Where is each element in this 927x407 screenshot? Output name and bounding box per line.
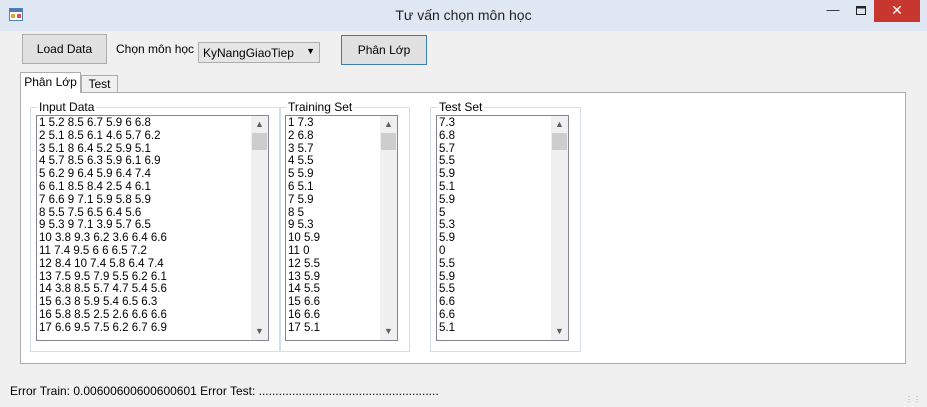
list-item[interactable]: 5.5 (439, 258, 455, 271)
list-item[interactable]: 11 7.4 9.5 6 6 6.5 7.2 (39, 245, 167, 258)
minimize-icon: — (826, 2, 840, 17)
status-bar: Error Train: 0.00600600600600601 Error T… (0, 378, 927, 407)
list-item[interactable]: 11 0 (288, 245, 320, 258)
list-item[interactable]: 5.1 (439, 181, 455, 194)
chevron-up-icon[interactable]: ▲ (380, 116, 397, 133)
list-item[interactable]: 5.5 (439, 155, 455, 168)
error-test-value: ........................................… (258, 384, 439, 398)
list-item[interactable]: 6.6 (439, 296, 455, 309)
list-item[interactable]: 5.9 (439, 194, 455, 207)
list-item[interactable]: 4 5.7 8.5 6.3 5.9 6.1 6.9 (39, 155, 167, 168)
list-item[interactable]: 15 6.3 8 5.9 5.4 6.5 6.3 (39, 296, 167, 309)
tab-panel-phan-lop: Input Data 1 5.2 8.5 6.7 5.9 6 6.8 2 5.1 … (20, 92, 906, 364)
list-item[interactable]: 0 (439, 245, 455, 258)
resize-grip-icon[interactable]: ⋮⋮ (905, 396, 921, 404)
list-item[interactable]: 1 7.3 (288, 117, 320, 130)
list-item[interactable]: 1 5.2 8.5 6.7 5.9 6 6.8 (39, 117, 167, 130)
list-item[interactable]: 12 8.4 10 7.4 5.8 6.4 7.4 (39, 258, 167, 271)
training-set-group: Training Set 1 7.3 2 6.8 3 5.7 4 5.5 5 5.9 6 … (279, 100, 410, 352)
list-item[interactable]: 17 5.1 (288, 322, 320, 335)
chevron-down-icon[interactable]: ▼ (380, 323, 397, 340)
list-item[interactable]: 5.3 (439, 219, 455, 232)
training-set-scrollbar[interactable]: ▲ ▼ (380, 116, 397, 340)
chevron-down-icon[interactable]: ▼ (551, 323, 568, 340)
minimize-button[interactable]: — (818, 0, 848, 22)
list-item[interactable]: 5.9 (439, 168, 455, 181)
error-train-label: Error Train: (10, 384, 71, 398)
list-item[interactable]: 17 6.6 9.5 7.5 6.2 6.7 6.9 (39, 322, 167, 335)
chevron-down-icon[interactable]: ▼ (251, 323, 268, 340)
tab-phan-lop[interactable]: Phân Lớp (20, 72, 81, 93)
maximize-button[interactable] (848, 0, 874, 22)
subject-combobox[interactable]: KyNangGiaoTiep ▼ (198, 42, 320, 63)
choose-subject-label: Chọn môn học (116, 42, 195, 56)
list-item[interactable]: 8 5.5 7.5 6.5 6.4 5.6 (39, 207, 167, 220)
list-item[interactable]: 9 5.3 (288, 219, 320, 232)
list-item[interactable]: 15 6.6 (288, 296, 320, 309)
training-set-listbox[interactable]: 1 7.3 2 6.8 3 5.7 4 5.5 5 5.9 6 5.1 7 5.9 8 59 … (285, 115, 398, 341)
list-item[interactable]: 2 6.8 (288, 130, 320, 143)
maximize-icon (856, 2, 866, 17)
error-test-label: Error Test: (200, 384, 256, 398)
list-item[interactable]: 5 (439, 207, 455, 220)
scroll-thumb[interactable] (381, 133, 396, 150)
list-item[interactable]: 5.7 (439, 143, 455, 156)
list-item[interactable]: 7 5.9 (288, 194, 320, 207)
list-item[interactable]: 3 5.7 (288, 143, 320, 156)
list-item[interactable]: 6 5.1 (288, 181, 320, 194)
list-item[interactable]: 6.8 (439, 130, 455, 143)
list-item[interactable]: 5.9 (439, 271, 455, 284)
list-item[interactable]: 13 5.9 (288, 271, 320, 284)
list-item[interactable]: 7 6.6 9 7.1 5.9 5.8 5.9 (39, 194, 167, 207)
classify-button[interactable]: Phân Lớp (341, 35, 427, 65)
list-item[interactable]: 5.1 (439, 322, 455, 335)
list-item[interactable]: 16 6.6 (288, 309, 320, 322)
chevron-up-icon[interactable]: ▲ (551, 116, 568, 133)
chevron-down-icon: ▼ (306, 46, 315, 56)
list-item[interactable]: 14 5.5 (288, 283, 320, 296)
test-set-title: Test Set (437, 100, 485, 114)
list-item[interactable]: 2 5.1 8.5 6.1 4.6 5.7 6.2 (39, 130, 167, 143)
test-set-group: Test Set 7.3 6.8 5.7 5.5 5.9 5.1 5.9 5 5.3 5.9 0 5.… (430, 100, 581, 352)
list-item[interactable]: 7.3 (439, 117, 455, 130)
input-data-listbox[interactable]: 1 5.2 8.5 6.7 5.9 6 6.8 2 5.1 8.5 6.1 4.6… (36, 115, 269, 341)
list-item[interactable]: 5 5.9 (288, 168, 320, 181)
subject-combobox-value: KyNangGiaoTiep (203, 46, 294, 60)
close-icon: ✕ (891, 2, 903, 18)
input-data-group: Input Data 1 5.2 8.5 6.7 5.9 6 6.8 2 5.1 … (30, 100, 281, 352)
list-item[interactable]: 5.9 (439, 232, 455, 245)
list-item[interactable]: 9 5.3 9 7.1 3.9 5.7 6.5 (39, 219, 167, 232)
list-item[interactable]: 8 5 (288, 207, 320, 220)
test-set-listbox[interactable]: 7.3 6.8 5.7 5.5 5.9 5.1 5.9 5 5.3 5.9 0 5.5 5.9 5.5 6.… (436, 115, 569, 341)
list-item[interactable]: 5 6.2 9 6.4 5.9 6.4 7.4 (39, 168, 167, 181)
list-item[interactable]: 3 5.1 8 6.4 5.2 5.9 5.1 (39, 143, 167, 156)
list-item[interactable]: 4 5.5 (288, 155, 320, 168)
load-data-button[interactable]: Load Data (22, 34, 107, 64)
list-item[interactable]: 12 5.5 (288, 258, 320, 271)
tab-test[interactable]: Test (81, 75, 118, 93)
chevron-up-icon[interactable]: ▲ (251, 116, 268, 133)
list-item[interactable]: 5.5 (439, 283, 455, 296)
list-item[interactable]: 14 3.8 8.5 5.7 4.7 5.4 5.6 (39, 283, 167, 296)
list-item[interactable]: 6.6 (439, 309, 455, 322)
list-item[interactable]: 16 5.8 8.5 2.5 2.6 6.6 6.6 (39, 309, 167, 322)
list-item[interactable]: 13 7.5 9.5 7.9 5.5 6.2 6.1 (39, 271, 167, 284)
list-item[interactable]: 6 6.1 8.5 8.4 2.5 4 6.1 (39, 181, 167, 194)
scroll-thumb[interactable] (252, 133, 267, 150)
input-data-title: Input Data (37, 100, 97, 114)
close-button[interactable]: ✕ (874, 0, 920, 22)
training-set-title: Training Set (286, 100, 355, 114)
list-item[interactable]: 10 5.9 (288, 232, 320, 245)
input-data-scrollbar[interactable]: ▲ ▼ (251, 116, 268, 340)
title-bar: Tư vấn chọn môn học — ✕ (0, 0, 927, 31)
test-set-scrollbar[interactable]: ▲ ▼ (551, 116, 568, 340)
list-item[interactable]: 10 3.8 9.3 6.2 3.6 6.4 6.6 (39, 232, 167, 245)
scroll-thumb[interactable] (552, 133, 567, 150)
error-train-value: 0.00600600600600601 (73, 384, 197, 398)
window-title: Tư vấn chọn môn học (395, 7, 532, 23)
